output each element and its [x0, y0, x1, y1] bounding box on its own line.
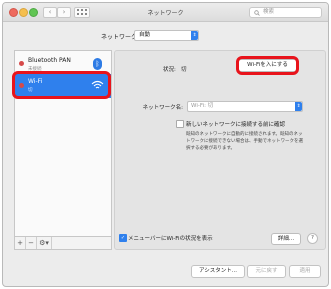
help-icon[interactable]: ? [307, 233, 318, 244]
service-toolbar: + − ⚙▾ [14, 236, 112, 250]
popup-chevron-icon: ⇕ [295, 102, 302, 111]
ask-join-checkbox[interactable] [176, 120, 184, 128]
network-name-popup[interactable]: Wi-Fi: 切 ⇕ [187, 101, 303, 112]
revert-button[interactable]: 元に戻す [247, 265, 286, 278]
advanced-button[interactable]: 詳細... [271, 233, 301, 245]
assistant-button[interactable]: アシスタント... [191, 265, 245, 278]
status-label: 状況: [163, 67, 176, 73]
wifi-highlight-box [12, 71, 111, 99]
location-popup[interactable]: 自動 ⇕ [134, 30, 199, 41]
bluetooth-icon: ᛒ [93, 58, 102, 70]
network-window: ‹ › ネットワーク 検索 ネットワーク環境: 自動 ⇕ Bluetooth P… [2, 2, 329, 287]
location-value: 自動 [139, 32, 151, 38]
ask-join-note: 既知のネットワークに自動的に接続されます。既知のネットワークに接続できない場合は… [186, 132, 303, 151]
turn-on-highlight-box [236, 56, 299, 75]
add-service-button[interactable]: + [15, 237, 26, 249]
search-field[interactable]: 検索 [249, 7, 322, 18]
status-dot-icon [19, 61, 24, 66]
menubar-label: メニューバーにWi-Fiの状況を表示 [128, 236, 213, 242]
network-name-label: ネットワーク名: [142, 105, 183, 111]
popup-chevron-icon: ⇕ [191, 31, 198, 40]
status-value: 切 [181, 67, 187, 73]
apply-button[interactable]: 適用 [289, 265, 321, 278]
detail-panel: 状況: 切 Wi-Fiを入にする ネットワーク名: Wi-Fi: 切 ⇕ 新しい… [114, 50, 326, 250]
search-icon [254, 10, 260, 16]
menubar-checkbox[interactable]: ✓ [119, 234, 127, 242]
remove-service-button[interactable]: − [26, 237, 37, 249]
gear-icon[interactable]: ⚙▾ [37, 237, 52, 249]
network-name-value: Wi-Fi: 切 [191, 103, 214, 109]
search-placeholder: 検索 [263, 9, 275, 15]
ask-join-label: 新しいネットワークに接続する前に確認 [186, 122, 286, 128]
service-name: Bluetooth PAN [28, 57, 71, 64]
title-bar: ‹ › ネットワーク 検索 [3, 3, 328, 22]
